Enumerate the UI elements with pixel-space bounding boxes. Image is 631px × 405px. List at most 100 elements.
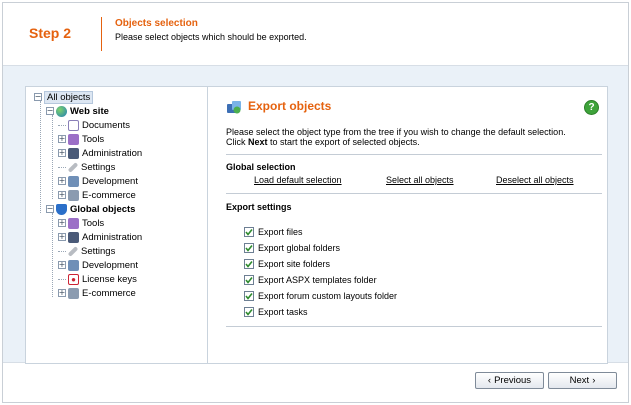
- divider: [226, 326, 602, 327]
- export-site-folders-option: Export site folders: [244, 258, 330, 270]
- expand-icon[interactable]: +: [58, 191, 66, 199]
- expand-icon[interactable]: +: [58, 149, 66, 157]
- help-icon[interactable]: ?: [584, 100, 599, 115]
- tree-item-label: All objects: [44, 90, 94, 104]
- checkbox-label: Export forum custom layouts folder: [258, 291, 398, 301]
- export-global-folders-checkbox[interactable]: [244, 243, 254, 253]
- checkmark-icon: [245, 277, 253, 284]
- tree-item-label: Administration: [82, 231, 143, 243]
- tree-item-tools[interactable]: + Tools: [58, 132, 104, 146]
- document-icon: [68, 119, 79, 131]
- tree-item-documents[interactable]: Documents: [58, 118, 130, 132]
- tree-item-all-objects[interactable]: − All objects: [34, 90, 94, 104]
- next-button-label: Next: [569, 375, 590, 386]
- tree-item-global-tools[interactable]: + Tools: [58, 216, 104, 230]
- tree-item-e-commerce[interactable]: + E-commerce: [58, 188, 136, 202]
- wizard-header: Step 2 Objects selection Please select o…: [3, 3, 628, 65]
- globe-icon: [56, 105, 67, 117]
- chevron-right-icon: ›: [592, 375, 596, 386]
- checkbox-label: Export files: [258, 227, 303, 237]
- export-forum-layouts-option: Export forum custom layouts folder: [244, 290, 397, 302]
- step-separator: [101, 17, 102, 51]
- tree-item-administration[interactable]: + Administration: [58, 146, 142, 160]
- content-title: Export objects: [248, 99, 332, 113]
- development-icon: [68, 175, 79, 187]
- load-default-selection-link[interactable]: Load default selection: [254, 175, 342, 185]
- shield-icon: [56, 203, 67, 215]
- intro-rest-text: to start the export of selected objects.: [267, 137, 420, 147]
- checkmark-icon: [245, 261, 253, 268]
- tree-item-global-objects[interactable]: − Global objects: [46, 202, 135, 216]
- checkbox-label: Export site folders: [258, 259, 331, 269]
- checkbox-label: Export ASPX templates folder: [258, 275, 377, 285]
- wrench-icon: [67, 161, 79, 173]
- export-tasks-checkbox[interactable]: [244, 307, 254, 317]
- export-files-checkbox[interactable]: [244, 227, 254, 237]
- divider: [226, 154, 602, 155]
- intro-line-2: Click Next to start the export of select…: [226, 137, 420, 147]
- main-panel: − All objects − Web site Documents + Too…: [3, 65, 628, 364]
- checkmark-icon: [245, 229, 253, 236]
- cart-icon: [68, 189, 79, 201]
- expand-icon[interactable]: +: [58, 289, 66, 297]
- export-tasks-option: Export tasks: [244, 306, 308, 318]
- export-aspx-templates-option: Export ASPX templates folder: [244, 274, 377, 286]
- tree-item-global-development[interactable]: + Development: [58, 258, 138, 272]
- collapse-icon[interactable]: −: [46, 205, 54, 213]
- intro-next-keyword: Next: [248, 137, 268, 147]
- checkmark-icon: [245, 245, 253, 252]
- export-settings-heading: Export settings: [226, 202, 292, 212]
- tree-item-development[interactable]: + Development: [58, 174, 138, 188]
- wizard-frame: Step 2 Objects selection Please select o…: [2, 2, 629, 403]
- previous-button[interactable]: ‹ Previous: [475, 372, 544, 389]
- export-forum-layouts-checkbox[interactable]: [244, 291, 254, 301]
- expand-icon[interactable]: +: [58, 233, 66, 241]
- tree-guide-line: [40, 101, 41, 213]
- tree-item-label: Web site: [70, 105, 109, 117]
- tree-item-label: License keys: [82, 273, 137, 285]
- tree-item-license-keys[interactable]: ● License keys: [58, 272, 137, 286]
- export-content: Export objects ? Please select the objec…: [207, 86, 608, 364]
- administration-icon: [68, 231, 79, 243]
- export-aspx-templates-checkbox[interactable]: [244, 275, 254, 285]
- tree-item-label: Tools: [82, 133, 105, 145]
- expand-icon[interactable]: +: [58, 177, 66, 185]
- intro-line-1: Please select the object type from the t…: [226, 127, 566, 137]
- wrench-icon: [67, 245, 79, 257]
- select-all-objects-link[interactable]: Select all objects: [386, 175, 454, 185]
- tree-item-settings[interactable]: Settings: [58, 160, 115, 174]
- tree-item-label: Settings: [81, 161, 116, 173]
- next-button[interactable]: Next ›: [548, 372, 617, 389]
- tools-icon: [68, 133, 79, 145]
- tree-guide-line: [52, 213, 53, 297]
- tree-item-label: E-commerce: [82, 189, 136, 201]
- expand-icon[interactable]: +: [58, 261, 66, 269]
- expand-icon[interactable]: +: [58, 219, 66, 227]
- object-tree: − All objects − Web site Documents + Too…: [25, 86, 207, 364]
- deselect-all-objects-link[interactable]: Deselect all objects: [496, 175, 574, 185]
- tree-item-global-administration[interactable]: + Administration: [58, 230, 142, 244]
- checkbox-label: Export tasks: [258, 307, 308, 317]
- tree-guide-line: [52, 115, 53, 199]
- tree-item-label: Administration: [82, 147, 143, 159]
- intro-click-text: Click: [226, 137, 248, 147]
- chevron-left-icon: ‹: [487, 375, 492, 386]
- expand-icon[interactable]: +: [58, 135, 66, 143]
- step-label: Step 2: [29, 25, 72, 41]
- tree-item-web-site[interactable]: − Web site: [46, 104, 109, 118]
- global-selection-heading: Global selection: [226, 162, 296, 172]
- tree-item-label: Tools: [82, 217, 105, 229]
- tree-item-global-settings[interactable]: Settings: [58, 244, 115, 258]
- wizard-subtitle: Please select objects which should be ex…: [115, 32, 307, 42]
- tree-connector: [58, 166, 66, 168]
- wizard-title: Objects selection: [115, 18, 198, 29]
- export-site-folders-checkbox[interactable]: [244, 259, 254, 269]
- tree-item-global-e-commerce[interactable]: + E-commerce: [58, 286, 136, 300]
- administration-icon: [68, 147, 79, 159]
- collapse-icon[interactable]: −: [34, 93, 42, 101]
- checkbox-label: Export global folders: [258, 243, 341, 253]
- collapse-icon[interactable]: −: [46, 107, 54, 115]
- tools-icon: [68, 217, 79, 229]
- checkmark-icon: [245, 309, 253, 316]
- export-files-option: Export files: [244, 226, 303, 238]
